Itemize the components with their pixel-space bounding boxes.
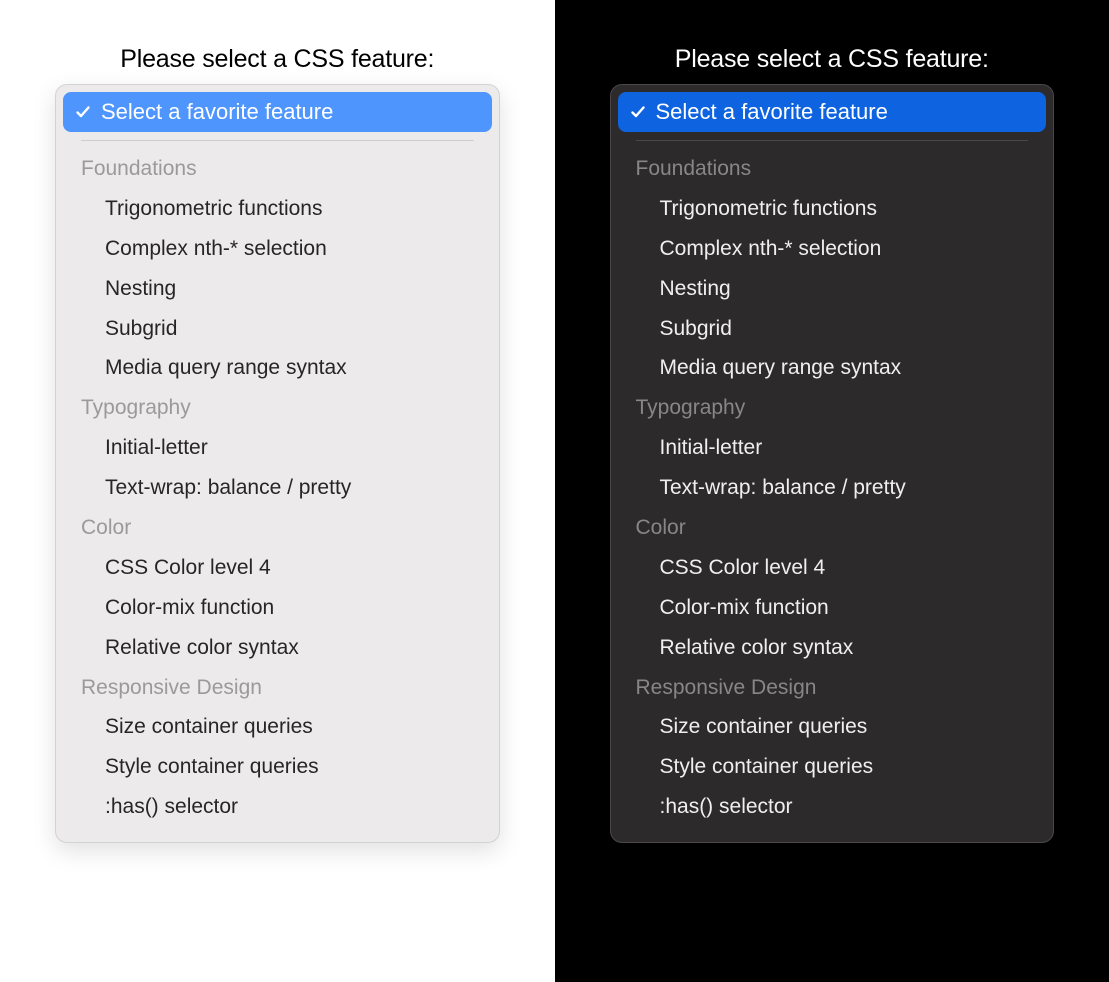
option-item[interactable]: Complex nth-* selection bbox=[81, 229, 474, 269]
option-item[interactable]: Initial-letter bbox=[81, 428, 474, 468]
group-label: Typography bbox=[81, 388, 474, 428]
option-item[interactable]: Complex nth-* selection bbox=[636, 229, 1029, 269]
option-item[interactable]: CSS Color level 4 bbox=[636, 548, 1029, 588]
option-item[interactable]: :has() selector bbox=[81, 787, 474, 827]
group-label: Foundations bbox=[636, 149, 1029, 189]
option-item[interactable]: :has() selector bbox=[636, 787, 1029, 827]
option-item[interactable]: Relative color syntax bbox=[636, 628, 1029, 668]
selected-option-label: Select a favorite feature bbox=[656, 99, 888, 125]
css-feature-select[interactable]: Select a favorite feature FoundationsTri… bbox=[55, 84, 500, 843]
group-label: Responsive Design bbox=[636, 668, 1029, 708]
option-item[interactable]: Style container queries bbox=[81, 747, 474, 787]
option-item[interactable]: CSS Color level 4 bbox=[81, 548, 474, 588]
check-icon bbox=[75, 104, 91, 120]
option-list-dark: FoundationsTrigonometric functionsComple… bbox=[618, 147, 1047, 835]
option-item[interactable]: Initial-letter bbox=[636, 428, 1029, 468]
option-item[interactable]: Subgrid bbox=[636, 309, 1029, 349]
light-mode-panel: Please select a CSS feature: Select a fa… bbox=[0, 0, 555, 982]
option-list-light: FoundationsTrigonometric functionsComple… bbox=[63, 147, 492, 835]
group-label: Color bbox=[81, 508, 474, 548]
prompt-label: Please select a CSS feature: bbox=[120, 45, 434, 74]
dark-mode-panel: Please select a CSS feature: Select a fa… bbox=[555, 0, 1109, 982]
option-item[interactable]: Style container queries bbox=[636, 747, 1029, 787]
group-label: Color bbox=[636, 508, 1029, 548]
option-item[interactable]: Text-wrap: balance / pretty bbox=[81, 468, 474, 508]
option-item[interactable]: Trigonometric functions bbox=[636, 189, 1029, 229]
option-item[interactable]: Subgrid bbox=[81, 309, 474, 349]
divider bbox=[636, 140, 1029, 141]
option-item[interactable]: Color-mix function bbox=[81, 588, 474, 628]
selected-option[interactable]: Select a favorite feature bbox=[63, 92, 492, 132]
divider bbox=[81, 140, 474, 141]
option-item[interactable]: Size container queries bbox=[81, 707, 474, 747]
selected-option[interactable]: Select a favorite feature bbox=[618, 92, 1047, 132]
option-item[interactable]: Trigonometric functions bbox=[81, 189, 474, 229]
check-icon bbox=[630, 104, 646, 120]
prompt-label: Please select a CSS feature: bbox=[675, 45, 989, 74]
option-item[interactable]: Color-mix function bbox=[636, 588, 1029, 628]
group-label: Foundations bbox=[81, 149, 474, 189]
css-feature-select[interactable]: Select a favorite feature FoundationsTri… bbox=[610, 84, 1055, 843]
option-item[interactable]: Nesting bbox=[636, 269, 1029, 309]
group-label: Typography bbox=[636, 388, 1029, 428]
option-item[interactable]: Media query range syntax bbox=[636, 348, 1029, 388]
option-item[interactable]: Relative color syntax bbox=[81, 628, 474, 668]
selected-option-label: Select a favorite feature bbox=[101, 99, 333, 125]
option-item[interactable]: Size container queries bbox=[636, 707, 1029, 747]
group-label: Responsive Design bbox=[81, 668, 474, 708]
option-item[interactable]: Nesting bbox=[81, 269, 474, 309]
option-item[interactable]: Text-wrap: balance / pretty bbox=[636, 468, 1029, 508]
option-item[interactable]: Media query range syntax bbox=[81, 348, 474, 388]
